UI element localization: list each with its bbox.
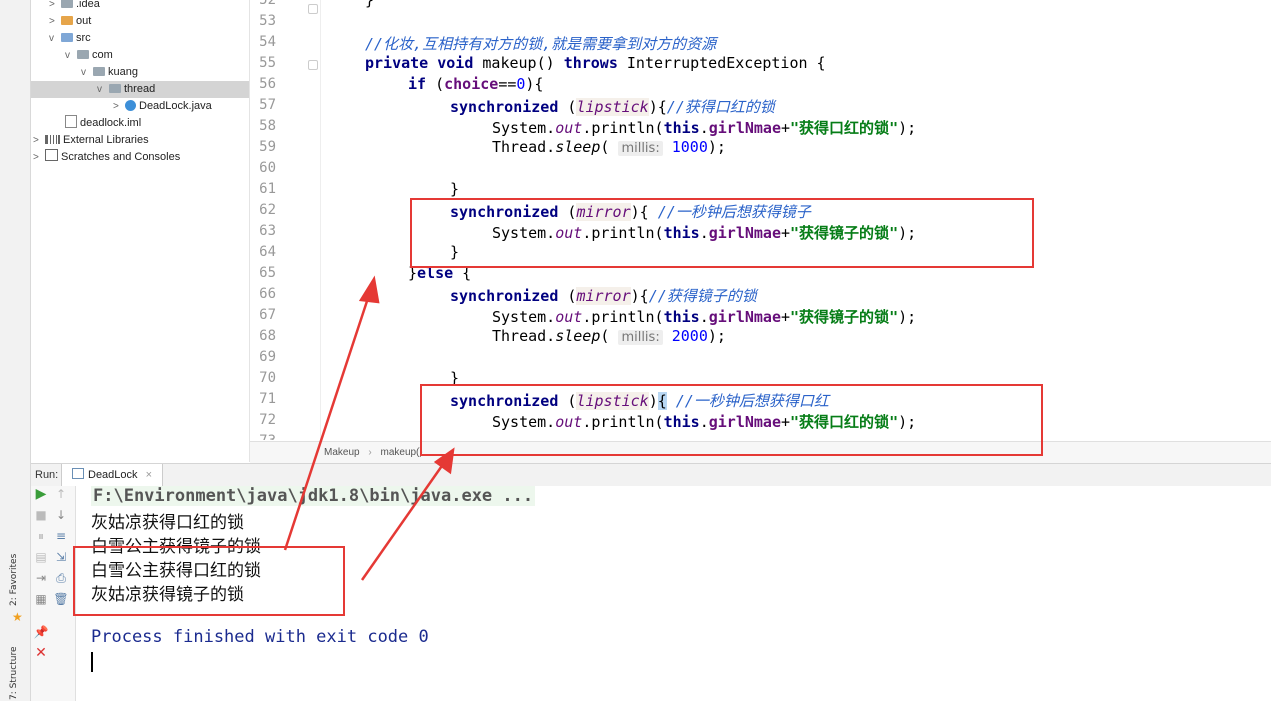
annotation-arrows bbox=[283, 275, 455, 581]
arrow-to-lipstick bbox=[360, 459, 448, 581]
arrow-head-icon bbox=[358, 275, 380, 304]
arrow-to-mirror bbox=[283, 291, 372, 551]
